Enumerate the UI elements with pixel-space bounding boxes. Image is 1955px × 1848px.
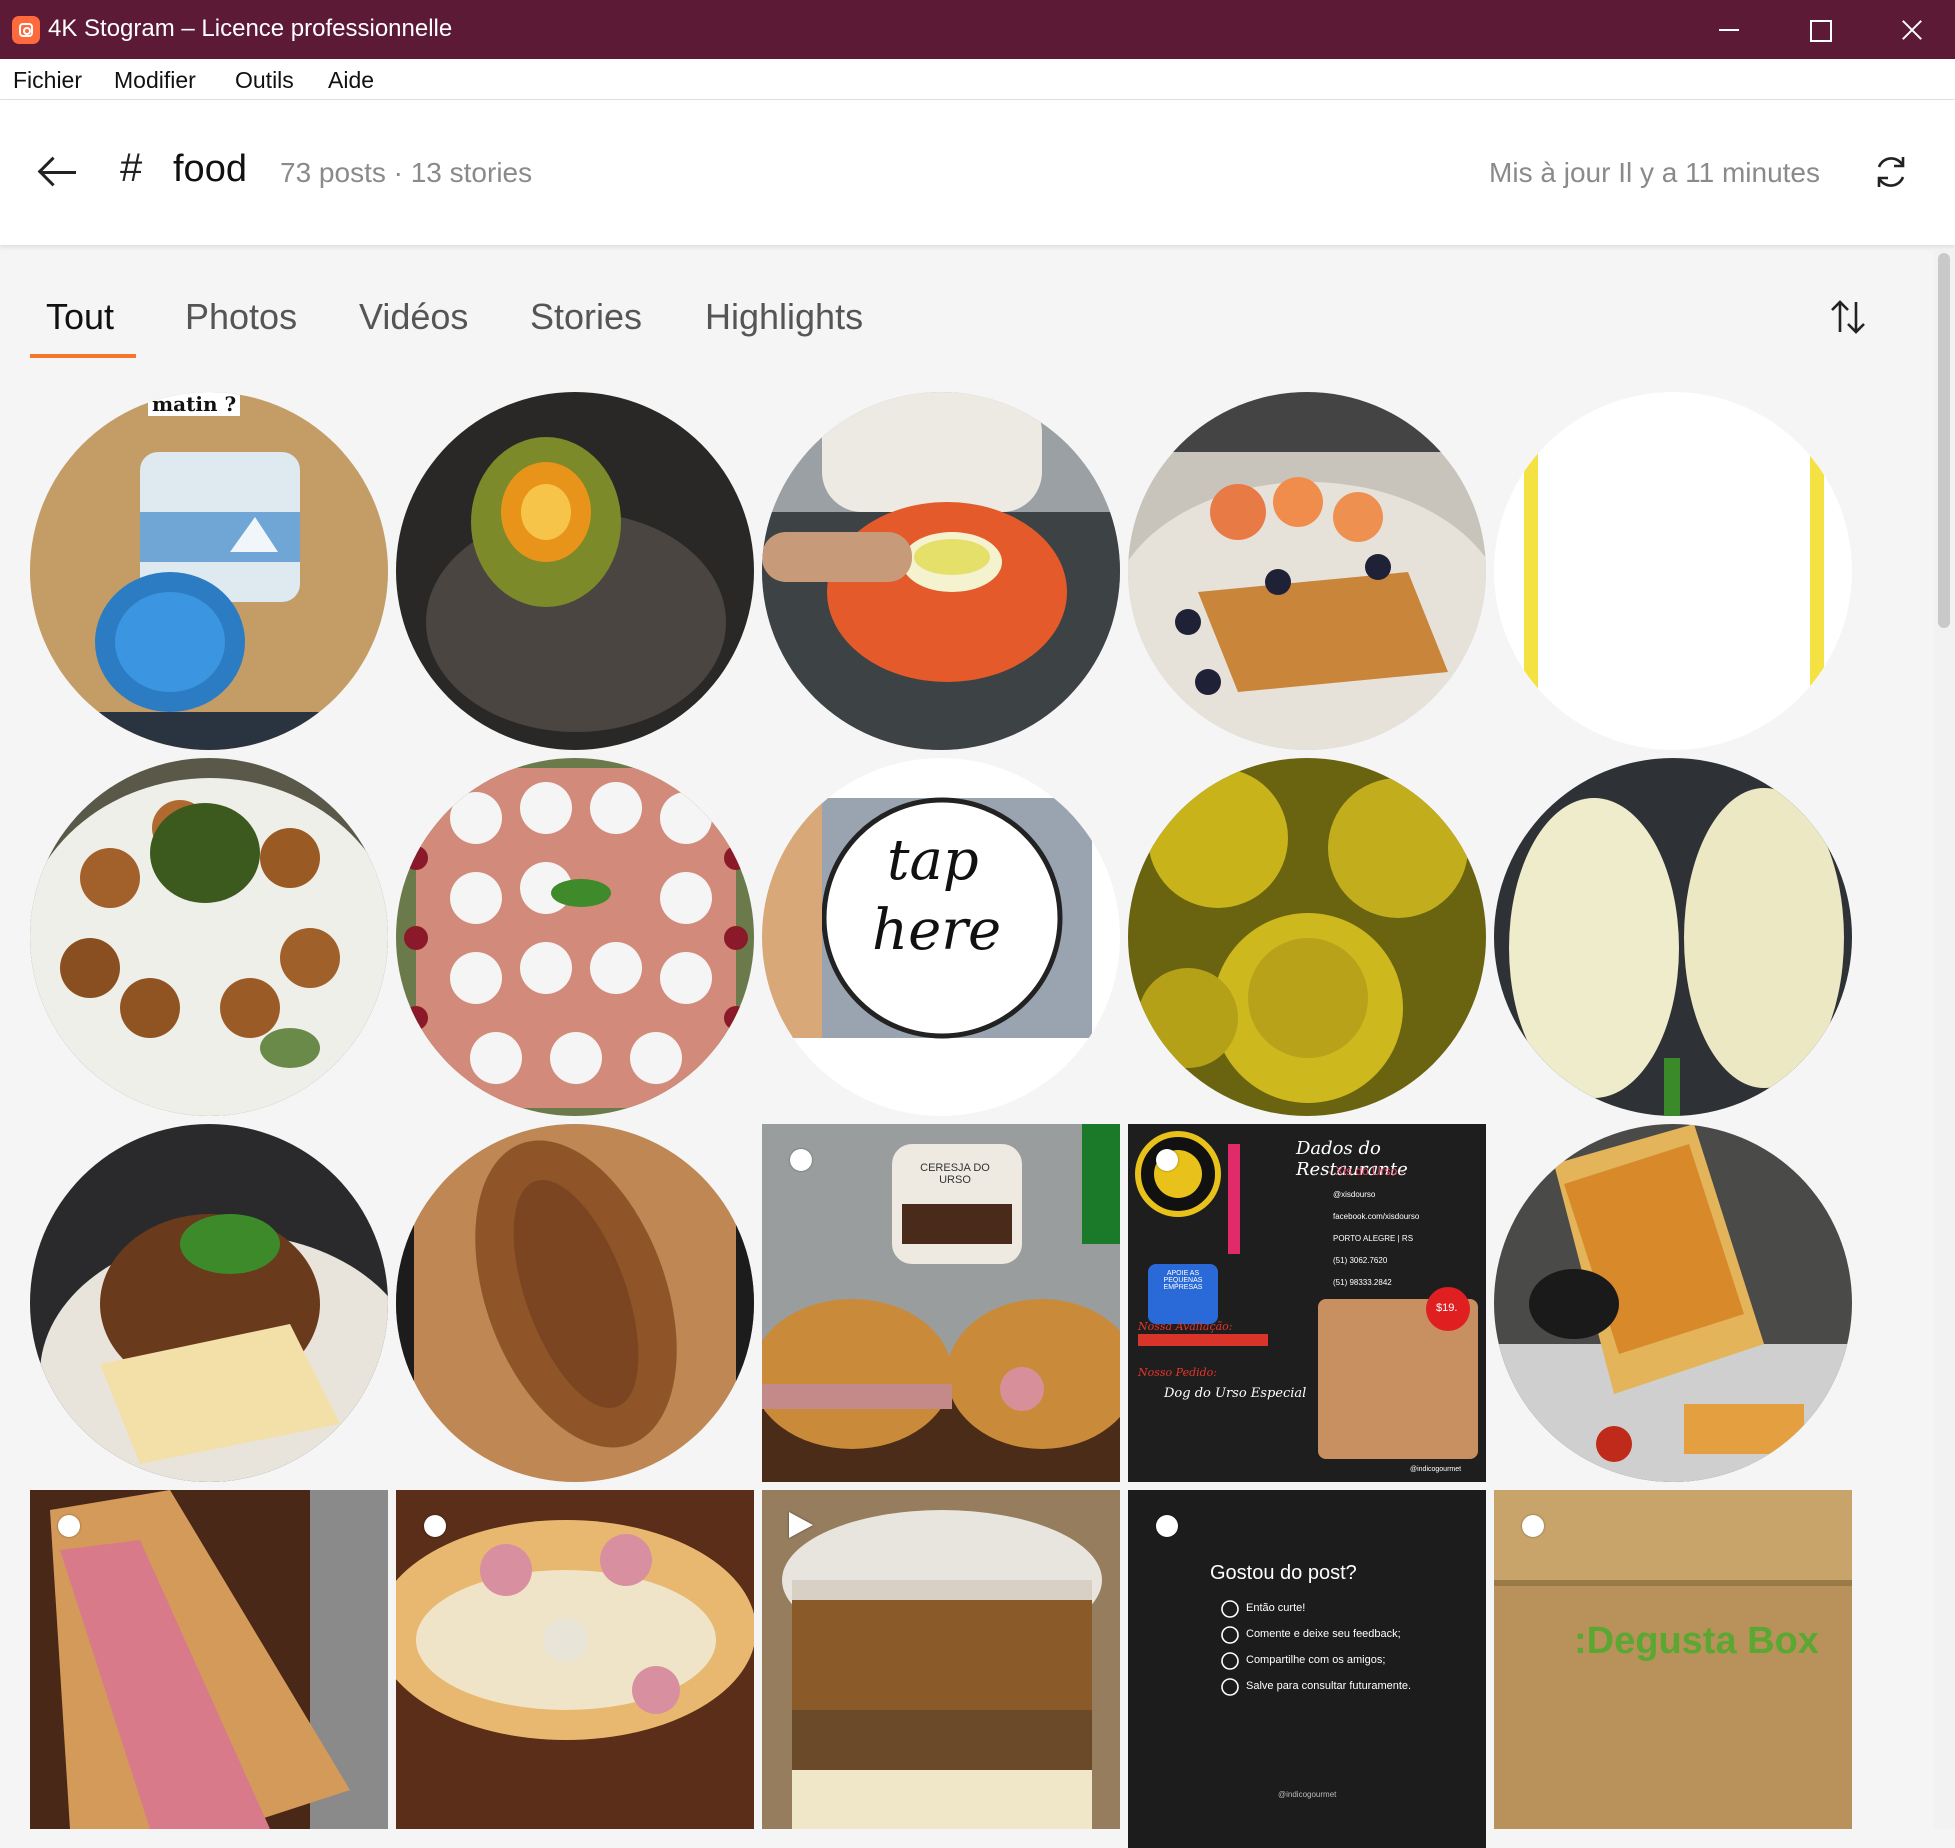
restaurant-line: (51) 3062.7620: [1333, 1256, 1388, 1265]
price-badge: $19.: [1436, 1302, 1458, 1314]
story-thumb-pastry[interactable]: [1128, 392, 1486, 750]
story-thumb-peppers[interactable]: [1494, 758, 1852, 1116]
gostou-item: Compartilhe com os amigos;: [1246, 1654, 1386, 1666]
restaurant-line: @xisdourso: [1333, 1190, 1376, 1199]
tab-highlights[interactable]: Highlights: [705, 296, 863, 338]
maximize-button[interactable]: [1774, 0, 1864, 59]
app-logo-icon: [12, 16, 40, 44]
post-thumb-hotdog-2[interactable]: [396, 1490, 754, 1848]
post-story-counts: 73 posts · 13 stories: [280, 157, 533, 188]
post-thumb-gostou[interactable]: Gostou do post? Então curte! Comente e d…: [1128, 1490, 1486, 1848]
post-thumb-hotdog-1[interactable]: [30, 1490, 388, 1848]
selection-dot[interactable]: [58, 1515, 80, 1537]
rating-label: Nossa Avaliação:: [1138, 1320, 1233, 1333]
restaurant-line: facebook.com/xisdourso: [1333, 1212, 1420, 1221]
selection-dot[interactable]: [424, 1515, 446, 1537]
story-thumb-tap-here[interactable]: tap here: [762, 758, 1120, 1116]
order-label: Nosso Pedido:: [1138, 1366, 1218, 1379]
post-thumb-caramel-cup[interactable]: [762, 1490, 1120, 1848]
tab-stories[interactable]: Stories: [530, 296, 642, 338]
story-thumb-cheese-bread[interactable]: [1494, 1124, 1852, 1482]
support-badge: APOIE AS PEQUENAS EMPRESAS: [1163, 1270, 1203, 1291]
dessert-label: CERESJA DO URSO: [920, 1162, 990, 1186]
menu-outils[interactable]: Outils: [235, 67, 294, 94]
window-title: 4K Stogram – Licence professionnelle: [48, 15, 453, 42]
tab-photos[interactable]: Photos: [185, 296, 297, 338]
restaurant-line: PORTO ALEGRE | RS: [1333, 1234, 1414, 1243]
tab-videos[interactable]: Vidéos: [359, 296, 468, 338]
selection-dot[interactable]: [1156, 1149, 1178, 1171]
scrollbar-thumb[interactable]: [1938, 253, 1950, 628]
video-play-icon[interactable]: [789, 1512, 813, 1538]
selection-dot[interactable]: [1156, 1515, 1178, 1537]
tab-tout[interactable]: Tout: [46, 296, 114, 338]
menu-aide[interactable]: Aide: [328, 67, 374, 94]
sort-icon[interactable]: [1828, 296, 1868, 338]
restaurant-line: (51) 98333.2842: [1333, 1278, 1392, 1287]
menu-modifier[interactable]: Modifier: [114, 67, 196, 94]
close-window-button[interactable]: [1865, 0, 1955, 59]
post-thumb-restaurant-card[interactable]: Dados do Restaurante - Xis do Urso - @xi…: [1128, 1124, 1486, 1482]
active-tab-indicator: [30, 354, 136, 358]
refresh-icon[interactable]: [1872, 153, 1910, 191]
story-thumb-white[interactable]: [1494, 392, 1852, 750]
story-thumb-meat-dish[interactable]: [30, 1124, 388, 1482]
handle-text: @indicogourmet: [1410, 1466, 1462, 1473]
minimize-button[interactable]: [1683, 0, 1773, 59]
gostou-item: Comente e deixe seu feedback;: [1246, 1628, 1401, 1640]
post-thumb-sandwich-dessert[interactable]: CERESJA DO URSO: [762, 1124, 1120, 1482]
title-bar: 4K Stogram – Licence professionnelle: [0, 0, 1955, 59]
hashtag-name: food: [173, 148, 247, 190]
story-thumb-glowing-fruit[interactable]: [396, 392, 754, 750]
degusta-logo-text: :Degusta Box: [1574, 1620, 1819, 1662]
menu-bar: Fichier Modifier Outils Aide: [0, 59, 1955, 100]
last-updated-text: Mis à jour Il y a 11 minutes: [1489, 157, 1820, 188]
here-text: here: [872, 898, 1002, 963]
story-caption: matin ?: [148, 392, 241, 416]
page-header: # food 73 posts · 13 stories Mis à jour …: [0, 100, 1955, 245]
tap-text: tap: [887, 828, 979, 893]
post-thumb-degusta-box[interactable]: :Degusta Box: [1494, 1490, 1852, 1848]
gostou-item: Então curte!: [1246, 1602, 1306, 1614]
selection-dot[interactable]: [790, 1149, 812, 1171]
menu-fichier[interactable]: Fichier: [13, 67, 82, 94]
hashtag-icon: #: [120, 146, 143, 190]
story-thumb-rice-cooker[interactable]: [762, 392, 1120, 750]
selection-dot[interactable]: [1522, 1515, 1544, 1537]
bullet-icons: [1221, 1600, 1239, 1696]
story-thumb-yellow-fritters[interactable]: [1128, 758, 1486, 1116]
story-thumb-fried[interactable]: [396, 1124, 754, 1482]
restaurant-subtitle: - Xis do Urso -: [1328, 1164, 1405, 1178]
gostou-handle: @indicogourmet: [1278, 1790, 1337, 1799]
story-thumb-caprese[interactable]: [396, 758, 754, 1116]
gostou-title: Gostou do post?: [1210, 1562, 1357, 1584]
media-grid: matin ? tap here CERESJA DO URSO Dados d…: [30, 392, 1854, 1848]
order-name: Dog do Urso Especial: [1164, 1386, 1307, 1401]
story-thumb-fritters[interactable]: [30, 758, 388, 1116]
back-arrow-icon[interactable]: [36, 152, 82, 192]
gostou-item: Salve para consultar futuramente.: [1246, 1680, 1412, 1692]
story-thumb-tea[interactable]: matin ?: [30, 392, 388, 750]
